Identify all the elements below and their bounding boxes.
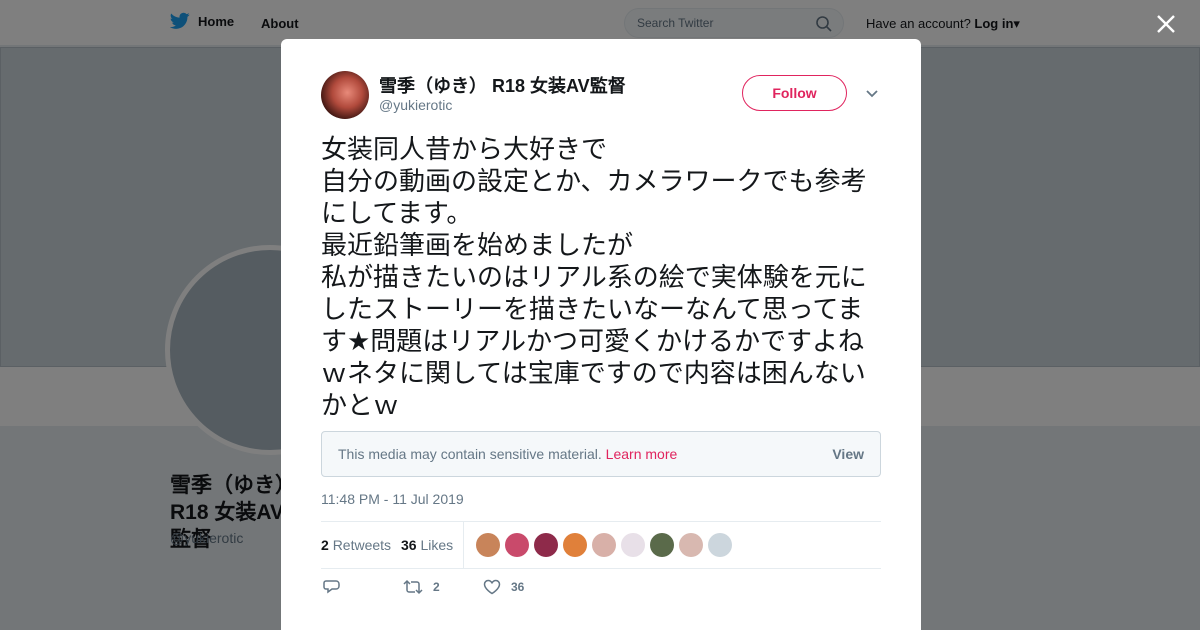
tweet-timestamp[interactable]: 11:48 PM - 11 Jul 2019 bbox=[321, 491, 464, 507]
like-button[interactable]: 36 bbox=[483, 579, 524, 595]
chevron-down-icon[interactable] bbox=[865, 89, 879, 99]
retweet-button[interactable]: 2 bbox=[403, 579, 440, 595]
stats-divider bbox=[463, 522, 464, 568]
liker-avatar[interactable] bbox=[505, 533, 529, 557]
liker-avatar[interactable] bbox=[476, 533, 500, 557]
tweet-modal: 雪季（ゆき） R18 女装AV監督 @yukierotic Follow 女装同… bbox=[281, 39, 921, 630]
likes-count: 36 bbox=[401, 537, 417, 553]
heart-icon bbox=[483, 579, 501, 595]
reply-icon bbox=[323, 580, 340, 594]
liker-avatar[interactable] bbox=[650, 533, 674, 557]
likes-label: Likes bbox=[420, 537, 454, 553]
author-handle[interactable]: @yukierotic bbox=[379, 97, 452, 113]
author-avatar[interactable] bbox=[321, 71, 369, 119]
tweet-actions: 2 36 bbox=[321, 579, 881, 603]
likes-stat[interactable]: 36 Likes bbox=[401, 537, 453, 553]
learn-more-link[interactable]: Learn more bbox=[606, 446, 678, 462]
liker-avatar[interactable] bbox=[534, 533, 558, 557]
sensitive-notice-text: This media may contain sensitive materia… bbox=[338, 446, 677, 462]
retweets-count: 2 bbox=[321, 537, 329, 553]
retweets-label: Retweets bbox=[332, 537, 392, 553]
liker-avatar[interactable] bbox=[708, 533, 732, 557]
author-name[interactable]: 雪季（ゆき） R18 女装AV監督 bbox=[379, 72, 626, 98]
liker-avatar[interactable] bbox=[679, 533, 703, 557]
follow-button[interactable]: Follow bbox=[742, 75, 847, 111]
liker-avatars bbox=[476, 533, 732, 557]
tweet-text: 女装同人昔から大好きで 自分の動画の設定とか、カメラワークでも参考にしてます。 … bbox=[321, 134, 867, 420]
like-action-count: 36 bbox=[511, 580, 525, 594]
liker-avatar[interactable] bbox=[563, 533, 587, 557]
view-media-button[interactable]: View bbox=[832, 446, 864, 462]
reply-button[interactable] bbox=[323, 579, 341, 595]
liker-avatar[interactable] bbox=[621, 533, 645, 557]
close-icon[interactable] bbox=[1154, 12, 1178, 36]
sensitive-media-notice: This media may contain sensitive materia… bbox=[321, 431, 881, 477]
retweet-icon bbox=[403, 579, 423, 595]
liker-avatar[interactable] bbox=[592, 533, 616, 557]
tweet-stats: 2 Retweets 36 Likes bbox=[321, 521, 881, 569]
retweet-action-count: 2 bbox=[433, 580, 440, 594]
retweets-stat[interactable]: 2 Retweets bbox=[321, 537, 391, 553]
sensitive-notice-label: This media may contain sensitive materia… bbox=[338, 446, 602, 462]
